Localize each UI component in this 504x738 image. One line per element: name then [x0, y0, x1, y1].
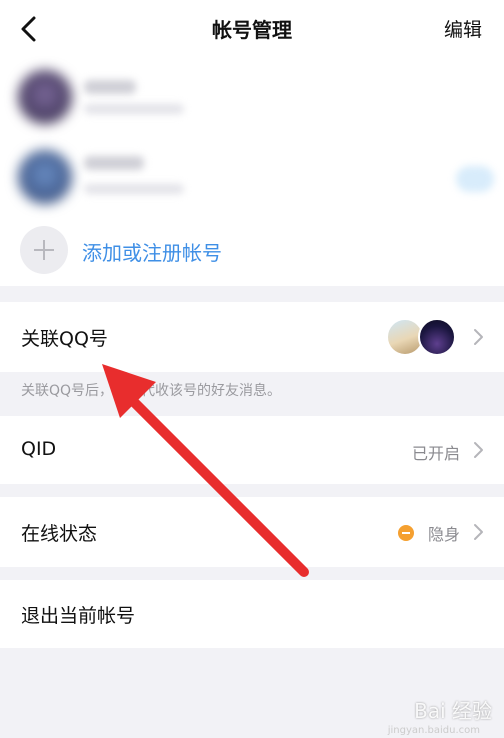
plus-icon	[20, 226, 68, 274]
account-detail	[84, 104, 184, 114]
add-account-label: 添加或注册帐号	[82, 241, 222, 265]
linked-qq-label: 关联QQ号	[21, 328, 108, 350]
add-account-button[interactable]: 添加或注册帐号	[0, 220, 504, 280]
page-title: 帐号管理	[212, 18, 292, 42]
qid-status: 已开启	[411, 444, 460, 463]
account-name	[84, 80, 136, 94]
linked-account-avatar	[418, 318, 456, 356]
online-status-label: 在线状态	[21, 523, 98, 545]
edit-button[interactable]: 编辑	[444, 15, 482, 42]
watermark-url: jingyan.baidu.com	[387, 725, 480, 736]
account-item[interactable]	[0, 58, 504, 138]
account-name	[84, 156, 144, 170]
chevron-right-icon	[474, 442, 483, 458]
online-status-value: 隐身	[427, 525, 460, 544]
avatar	[18, 150, 72, 204]
qid-row[interactable]: QID 已开启	[0, 416, 504, 484]
accounts-section: 添加或注册帐号	[0, 58, 504, 286]
online-status-row[interactable]: 在线状态 隐身	[0, 497, 504, 567]
linked-qq-hint: 关联QQ号后，即可代收该号的好友消息。	[21, 383, 282, 399]
chevron-right-icon	[474, 329, 483, 345]
avatar	[18, 70, 72, 124]
account-detail	[84, 184, 184, 194]
qid-label: QID	[21, 438, 57, 460]
current-account-badge	[456, 166, 494, 192]
logout-label: 退出当前帐号	[21, 605, 136, 627]
top-nav-bar: 帐号管理 编辑	[0, 0, 504, 58]
watermark-logo: Bai 经验	[414, 699, 492, 723]
account-item[interactable]	[0, 138, 504, 218]
chevron-right-icon	[474, 524, 483, 540]
hidden-status-icon	[398, 525, 414, 541]
logout-row[interactable]: 退出当前帐号	[0, 580, 504, 648]
